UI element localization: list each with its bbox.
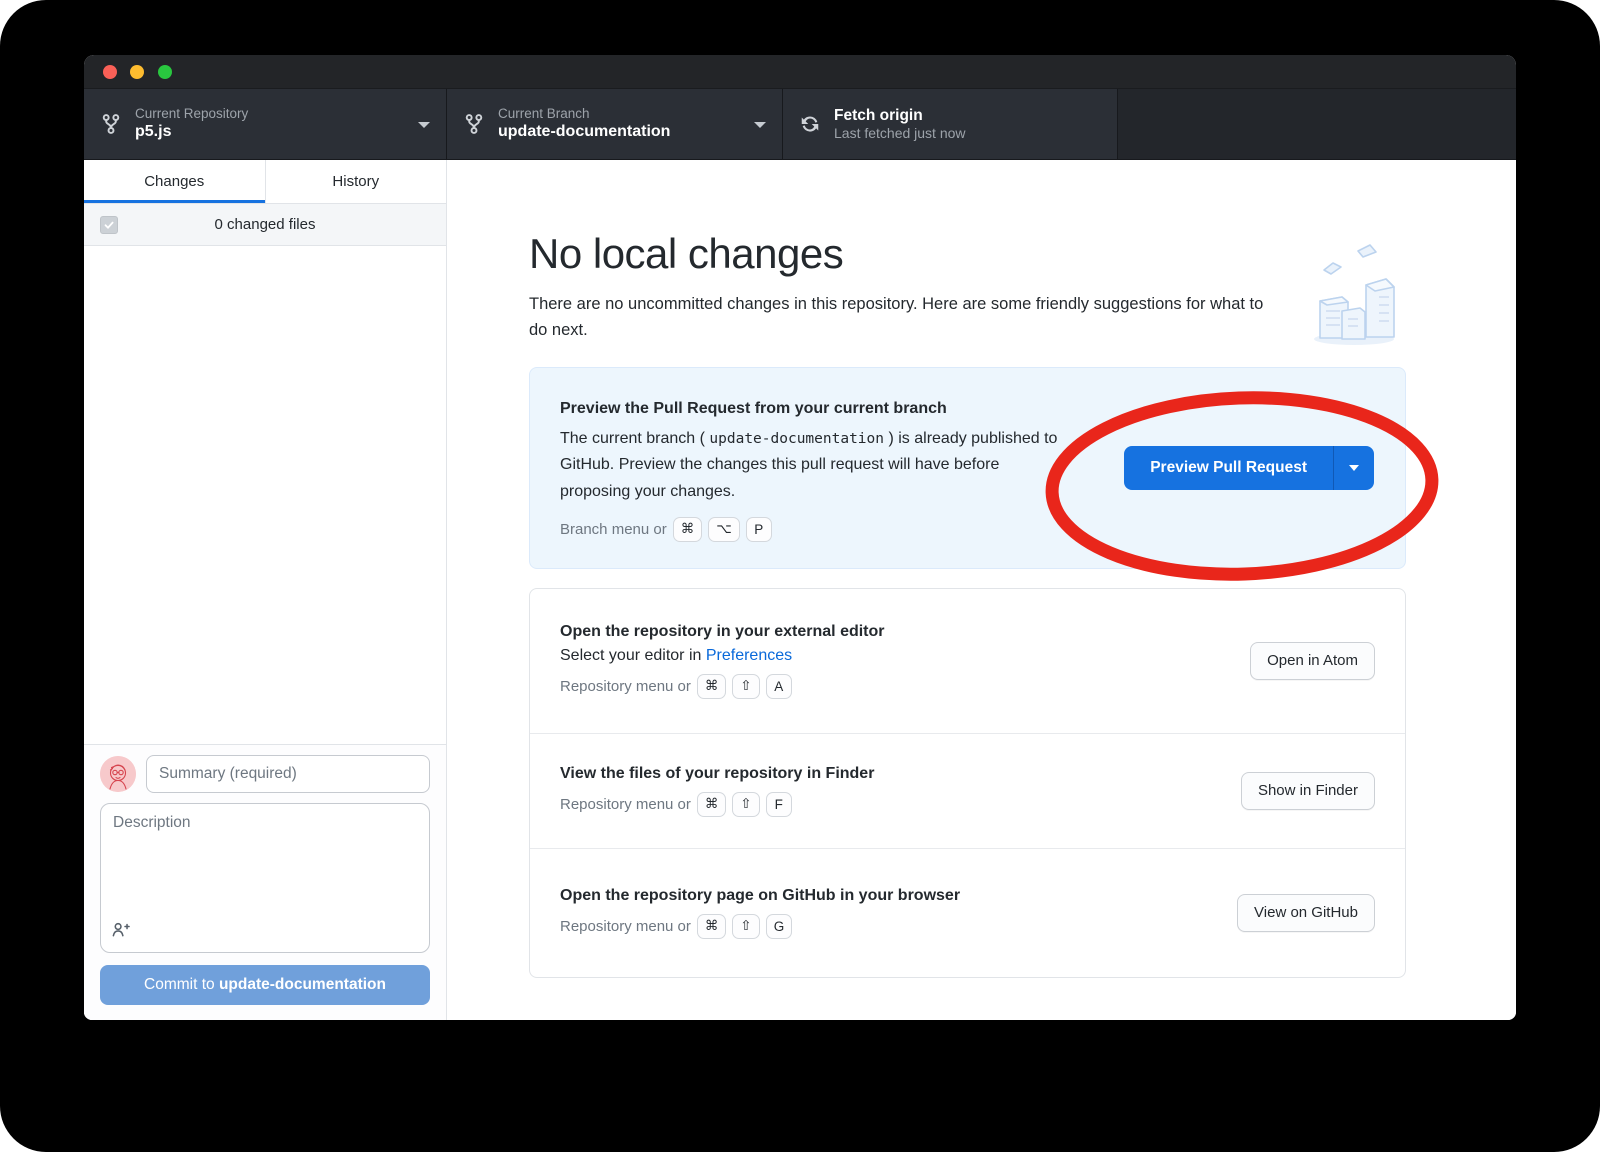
current-branch-value: update-documentation [498, 122, 670, 142]
show-in-finder-button[interactable]: Show in Finder [1241, 772, 1375, 810]
current-repository-value: p5.js [135, 122, 248, 142]
fetch-origin-title: Fetch origin [834, 106, 966, 125]
tab-changes-label: Changes [144, 173, 204, 190]
key-shift: ⇧ [732, 914, 759, 939]
key-shift: ⇧ [732, 674, 759, 699]
suggestion-external-editor: Open the repository in your external edi… [530, 589, 1405, 734]
changed-files-list [84, 246, 446, 744]
page-subtitle: There are no uncommitted changes in this… [529, 291, 1279, 344]
chevron-down-icon [754, 122, 766, 128]
window-titlebar [84, 55, 1516, 89]
preview-pr-card: Preview the Pull Request from your curre… [529, 367, 1406, 569]
view-on-github-button[interactable]: View on GitHub [1237, 894, 1375, 932]
main-content: No local changes There are no uncommitte… [447, 160, 1516, 1020]
fetch-origin-subtitle: Last fetched just now [834, 125, 966, 143]
screenshot-canvas: Current Repository p5.js Current Branch … [0, 0, 1600, 1152]
suggestion-title: Open the repository in your external edi… [560, 623, 1250, 641]
preferences-link[interactable]: Preferences [706, 647, 792, 664]
commit-form: Commit to update-documentation [84, 744, 446, 1020]
pr-shortcut-line: Branch menu or ⌘ ⌥ P [560, 517, 1375, 542]
commit-button-prefix: Commit to [144, 976, 219, 993]
minimize-window-button[interactable] [130, 65, 144, 79]
key-p: P [746, 517, 772, 542]
commit-button-branch: update-documentation [219, 976, 386, 993]
git-fork-icon [100, 113, 122, 135]
checkmark-icon [103, 219, 115, 231]
tab-history[interactable]: History [266, 160, 447, 203]
caret-down-icon [1349, 465, 1359, 471]
preview-pr-dropdown-toggle[interactable] [1334, 446, 1374, 490]
description-input[interactable] [100, 803, 430, 953]
paper-stack-illustration [1296, 243, 1406, 352]
suggestion-title: View the files of your repository in Fin… [560, 765, 1241, 783]
current-branch-label: Current Branch [498, 106, 670, 123]
changed-files-count: 0 changed files [215, 216, 316, 233]
sync-arrows-icon [799, 113, 821, 135]
open-in-atom-button[interactable]: Open in Atom [1250, 642, 1375, 680]
key-f: F [766, 792, 792, 817]
fetch-origin-button[interactable]: Fetch origin Last fetched just now [783, 89, 1118, 159]
key-cmd: ⌘ [697, 914, 727, 939]
app-body: Changes History 0 changed files [84, 160, 1516, 1020]
suggestion-shortcut-line: Repository menu or ⌘ ⇧ F [560, 792, 1241, 817]
key-a: A [766, 674, 792, 699]
key-g: G [766, 914, 793, 939]
app-toolbar: Current Repository p5.js Current Branch … [84, 89, 1516, 160]
key-cmd: ⌘ [697, 674, 727, 699]
key-option: ⌥ [708, 517, 740, 542]
suggestions-list: Open the repository in your external edi… [529, 588, 1406, 978]
key-shift: ⇧ [732, 792, 759, 817]
user-avatar [100, 756, 136, 792]
current-branch-dropdown[interactable]: Current Branch update-documentation [447, 89, 783, 159]
current-repository-dropdown[interactable]: Current Repository p5.js [84, 89, 447, 159]
suggestion-shortcut-line: Repository menu or ⌘ ⇧ G [560, 914, 1237, 939]
sidebar-tabbar: Changes History [84, 160, 446, 204]
pr-shortcut-label: Branch menu or [560, 521, 667, 538]
changed-files-row: 0 changed files [84, 204, 446, 246]
tab-history-label: History [332, 173, 379, 190]
sidebar: Changes History 0 changed files [84, 160, 447, 1020]
github-desktop-window: Current Repository p5.js Current Branch … [84, 55, 1516, 1020]
preview-pull-request-button[interactable]: Preview Pull Request [1124, 446, 1374, 490]
summary-input[interactable] [146, 755, 430, 793]
key-cmd: ⌘ [673, 517, 703, 542]
suggestion-shortcut-label: Repository menu or [560, 678, 691, 695]
suggestion-shortcut-label: Repository menu or [560, 918, 691, 935]
current-repository-label: Current Repository [135, 106, 248, 123]
git-branch-icon [463, 113, 485, 135]
pr-body-text: The current branch ( [560, 430, 709, 447]
person-plus-icon[interactable] [111, 920, 130, 944]
suggestion-editor-text: Select your editor in [560, 647, 706, 664]
suggestion-shortcut-line: Repository menu or ⌘ ⇧ A [560, 674, 1250, 699]
preview-pr-card-title: Preview the Pull Request from your curre… [560, 400, 1375, 418]
tab-changes[interactable]: Changes [84, 160, 266, 203]
pr-body-branch-code: update-documentation [709, 431, 884, 447]
suggestion-shortcut-label: Repository menu or [560, 796, 691, 813]
description-field-wrapper [100, 803, 430, 953]
key-cmd: ⌘ [697, 792, 727, 817]
suggestion-title: Open the repository page on GitHub in yo… [560, 887, 1237, 905]
preview-pull-request-label: Preview Pull Request [1124, 446, 1333, 490]
page-title: No local changes [529, 230, 1406, 278]
select-all-checkbox[interactable] [100, 216, 118, 234]
chevron-down-icon [418, 122, 430, 128]
preview-pr-card-body: The current branch ( update-documentatio… [560, 426, 1065, 505]
zoom-window-button[interactable] [158, 65, 172, 79]
suggestion-editor-line: Select your editor in Preferences [560, 647, 1250, 665]
suggestion-view-on-github: Open the repository page on GitHub in yo… [530, 849, 1405, 977]
suggestion-show-in-finder: View the files of your repository in Fin… [530, 734, 1405, 849]
commit-button[interactable]: Commit to update-documentation [100, 965, 430, 1005]
close-window-button[interactable] [103, 65, 117, 79]
